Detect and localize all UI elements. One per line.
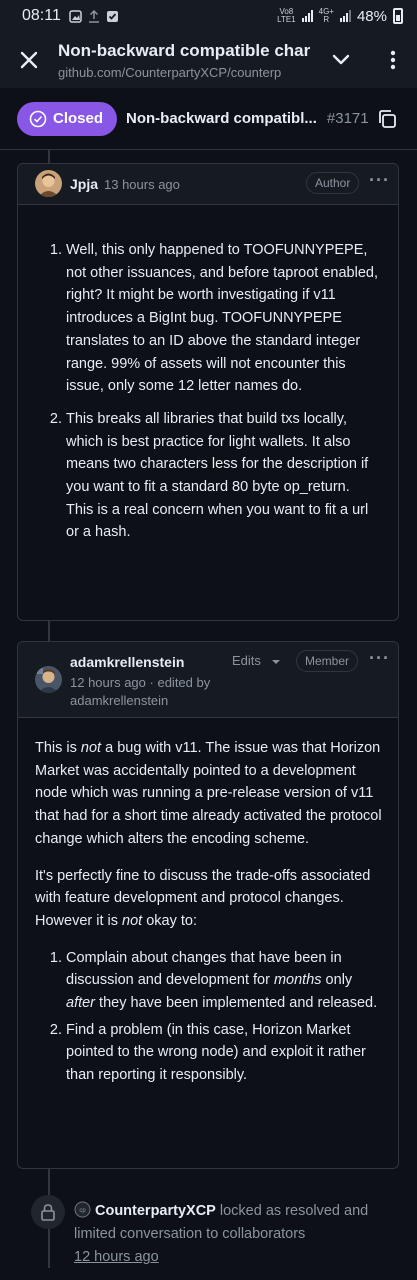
comment-card: adamkrellenstein 12 hours ago · edited b… xyxy=(17,641,399,1169)
comment-time[interactable]: 13 hours ago xyxy=(104,177,180,192)
comment-body: This is not a bug with v11. The issue wa… xyxy=(18,718,398,1087)
browser-menu-button[interactable] xyxy=(369,32,417,88)
comment-menu-button[interactable]: ··· xyxy=(369,170,390,191)
lock-event-badge xyxy=(31,1195,65,1229)
timeline-line-mid xyxy=(48,620,50,641)
comment-menu-button[interactable]: ··· xyxy=(369,648,390,669)
upload-icon xyxy=(88,9,99,23)
list-item: This breaks all libraries that build txs… xyxy=(66,408,380,544)
comment-card: Jpja 13 hours ago Author ··· Well, this … xyxy=(17,163,399,621)
member-role-badge: Member xyxy=(296,650,359,672)
comment-header: Jpja 13 hours ago Author ··· xyxy=(18,164,398,205)
svg-text:cp: cp xyxy=(79,1208,86,1214)
comment-editor[interactable]: adamkrellenstein xyxy=(70,693,168,708)
page-info[interactable]: Non-backward compatible char github.com/… xyxy=(58,41,313,80)
avatar[interactable] xyxy=(35,666,62,693)
issue-header: Closed Non-backward compatibl... #3171 xyxy=(0,88,417,150)
caret-down-icon xyxy=(271,659,280,664)
event-time-link[interactable]: 12 hours ago xyxy=(74,1249,159,1265)
signal-icon-2 xyxy=(339,10,351,22)
volte-indicator: Vo8 LTE1 xyxy=(277,7,296,24)
list-item: Well, this only happened to TOOFUNNYPEPE… xyxy=(66,239,380,398)
status-bar: 08:11 Vo8 LTE1 4G+ R 48% xyxy=(0,0,417,32)
more-vert-icon xyxy=(390,50,396,70)
chevron-down-icon xyxy=(332,54,350,65)
comment-header: adamkrellenstein 12 hours ago · edited b… xyxy=(18,642,398,718)
gallery-icon xyxy=(69,9,82,23)
status-time: 08:11 xyxy=(22,7,61,24)
page-url: github.com/CounterpartyXCP/counterp xyxy=(58,64,282,80)
issue-state-label: Closed xyxy=(53,110,104,127)
event-actor[interactable]: CounterpartyXCP xyxy=(95,1203,216,1219)
comment-list: Complain about changes that have been in… xyxy=(35,947,382,1087)
comment-paragraph: It's perfectly fine to discuss the trade… xyxy=(35,867,371,929)
battery-icon xyxy=(393,8,403,24)
comment-author[interactable]: Jpja xyxy=(70,176,98,192)
custom-tab-toolbar: Non-backward compatible char github.com/… xyxy=(0,32,417,88)
avatar[interactable] xyxy=(35,170,62,197)
timeline-line-top xyxy=(48,150,50,163)
issue-number: #3171 xyxy=(326,110,369,127)
issue-state-badge: Closed xyxy=(17,101,118,136)
4g-indicator: 4G+ R xyxy=(318,7,334,24)
comment-body: Well, this only happened to TOOFUNNYPEPE… xyxy=(18,205,398,544)
comment-list: Well, this only happened to TOOFUNNYPEPE… xyxy=(18,239,380,544)
copy-icon xyxy=(379,109,396,128)
expand-button[interactable] xyxy=(313,32,369,88)
comment-time: 12 hours ago · edited by adamkrellenstei… xyxy=(70,675,211,708)
check-circle-icon xyxy=(29,110,47,127)
lock-icon xyxy=(41,1204,55,1221)
battery-percent: 48% xyxy=(356,7,387,25)
page-title: Non-backward compatible char xyxy=(58,40,311,60)
checkbox-icon xyxy=(106,10,118,22)
edits-dropdown[interactable]: Edits xyxy=(232,653,281,668)
close-icon xyxy=(20,51,38,69)
list-item: Complain about changes that have been in… xyxy=(66,947,382,1015)
status-right: Vo8 LTE1 4G+ R 48% xyxy=(277,8,403,25)
close-tab-button[interactable] xyxy=(0,32,58,88)
comment-author[interactable]: adamkrellenstein xyxy=(70,654,184,670)
comment-paragraph: This is not a bug with v11. The issue wa… xyxy=(35,740,382,847)
list-item: Find a problem (in this case, Horizon Ma… xyxy=(66,1019,382,1087)
copy-button[interactable] xyxy=(374,106,400,132)
timeline-event: cp CounterpartyXCP locked as resolved and… xyxy=(74,1200,394,1269)
author-role-badge: Author xyxy=(306,172,360,194)
status-notification-icons xyxy=(69,9,119,23)
issue-title: Non-backward compatibl... xyxy=(126,110,317,127)
org-avatar-icon[interactable]: cp xyxy=(74,1201,91,1218)
signal-icon xyxy=(301,10,313,22)
